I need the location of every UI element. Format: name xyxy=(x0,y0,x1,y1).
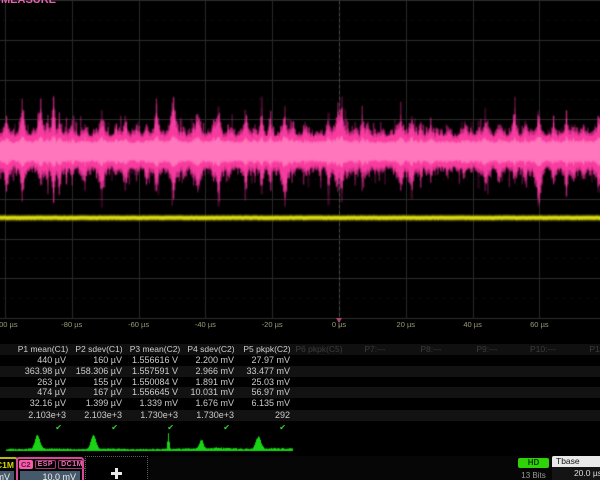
param-value: 1.556645 V xyxy=(116,387,178,398)
hd-bits-label: 13 Bits xyxy=(513,471,554,480)
time-axis-label: 40 µs xyxy=(443,320,503,329)
time-axis-label: -60 µs xyxy=(109,320,169,329)
param-value: 158.306 µV xyxy=(60,366,122,377)
param-value: 1.730e+3 xyxy=(116,410,178,421)
param-value: 2.966 mV xyxy=(172,366,234,377)
time-axis-label: -80 µs xyxy=(42,320,102,329)
timebase-descriptor[interactable]: Tbase 20.0 µs xyxy=(552,456,600,480)
trigger-time-marker[interactable] xyxy=(336,318,342,323)
param-value: 292 xyxy=(228,410,290,421)
status-check-icon: ✔ xyxy=(168,423,230,433)
time-axis: -100 µs-80 µs-60 µs-40 µs-20 µs0 µs20 µs… xyxy=(0,320,600,332)
status-check-icon: ✔ xyxy=(224,423,286,433)
c2-channel-badge: C2 xyxy=(19,460,33,469)
param-value: 1.399 µV xyxy=(60,398,122,409)
param-value: 263 µV xyxy=(4,377,66,388)
param-value: 1.557591 V xyxy=(116,366,178,377)
top-left-label: MEASURE xyxy=(1,0,56,6)
time-axis-label: -20 µs xyxy=(242,320,302,329)
channel2-descriptor[interactable]: C2 ESP DC1M 10.0 mV xyxy=(16,457,84,480)
param-value: 155 µV xyxy=(60,377,122,388)
c1-scale-label: 10.0 mV xyxy=(0,471,14,480)
c2-scale-label: 10.0 mV xyxy=(20,471,80,480)
time-axis-label: -100 µs xyxy=(0,320,35,329)
c2-coupling-label: DC1M xyxy=(58,460,86,469)
param-value: 160 µV xyxy=(60,355,122,366)
c1-coupling-label: DC1M xyxy=(0,460,14,470)
param-value: 2.200 mV xyxy=(172,355,234,366)
param-value: 474 µV xyxy=(4,387,66,398)
time-axis-label: 60 µs xyxy=(509,320,569,329)
tbase-value: 20.0 µs xyxy=(552,468,600,478)
param-value: 6.135 mV xyxy=(228,398,290,409)
param-value: 363.98 µV xyxy=(4,366,66,377)
time-axis-label: 20 µs xyxy=(376,320,436,329)
hd-mode-badge: HD xyxy=(518,458,549,468)
param-value: 1.676 mV xyxy=(172,398,234,409)
measurement-table[interactable]: P1 mean(C1)P2 sdev(C1)P3 mean(C2)P4 sdev… xyxy=(0,337,600,433)
param-value: 32.16 µV xyxy=(4,398,66,409)
param-value: 167 µV xyxy=(60,387,122,398)
status-check-icon: ✔ xyxy=(112,423,174,433)
param-value: 1.556616 V xyxy=(116,355,178,366)
param-value: 440 µV xyxy=(4,355,66,366)
status-check-icon: ✔ xyxy=(56,423,118,433)
c2-esp-tag: ESP xyxy=(35,460,57,469)
param-value: 1.550084 V xyxy=(116,377,178,388)
param-value: 1.730e+3 xyxy=(172,410,234,421)
param-value: 33.477 mV xyxy=(228,366,290,377)
histicon-strip xyxy=(0,433,600,456)
time-axis-label: -40 µs xyxy=(175,320,235,329)
param-value: 1.891 mV xyxy=(172,377,234,388)
plus-icon[interactable] xyxy=(111,468,122,479)
param-value: 27.97 mV xyxy=(228,355,290,366)
param-value: 56.97 mV xyxy=(228,387,290,398)
add-trace-box[interactable] xyxy=(85,456,148,480)
param-value: 25.03 mV xyxy=(228,377,290,388)
oscilloscope-screen: MEASURE -100 µs-80 µs-60 µs-40 µs-20 µs0… xyxy=(0,0,600,480)
bottom-bar: DC1M 10.0 mV C2 ESP DC1M 10.0 mV HD 13 B… xyxy=(0,456,600,480)
param-value: 1.339 mV xyxy=(116,398,178,409)
tbase-label: Tbase xyxy=(552,456,600,467)
status-check-icon: ✔ xyxy=(0,423,62,433)
param-header[interactable]: P11:--- xyxy=(566,344,600,355)
waveform-display[interactable] xyxy=(0,0,600,333)
param-value: 2.103e+3 xyxy=(60,410,122,421)
param-value: 2.103e+3 xyxy=(4,410,66,421)
param-value: 10.031 mV xyxy=(172,387,234,398)
